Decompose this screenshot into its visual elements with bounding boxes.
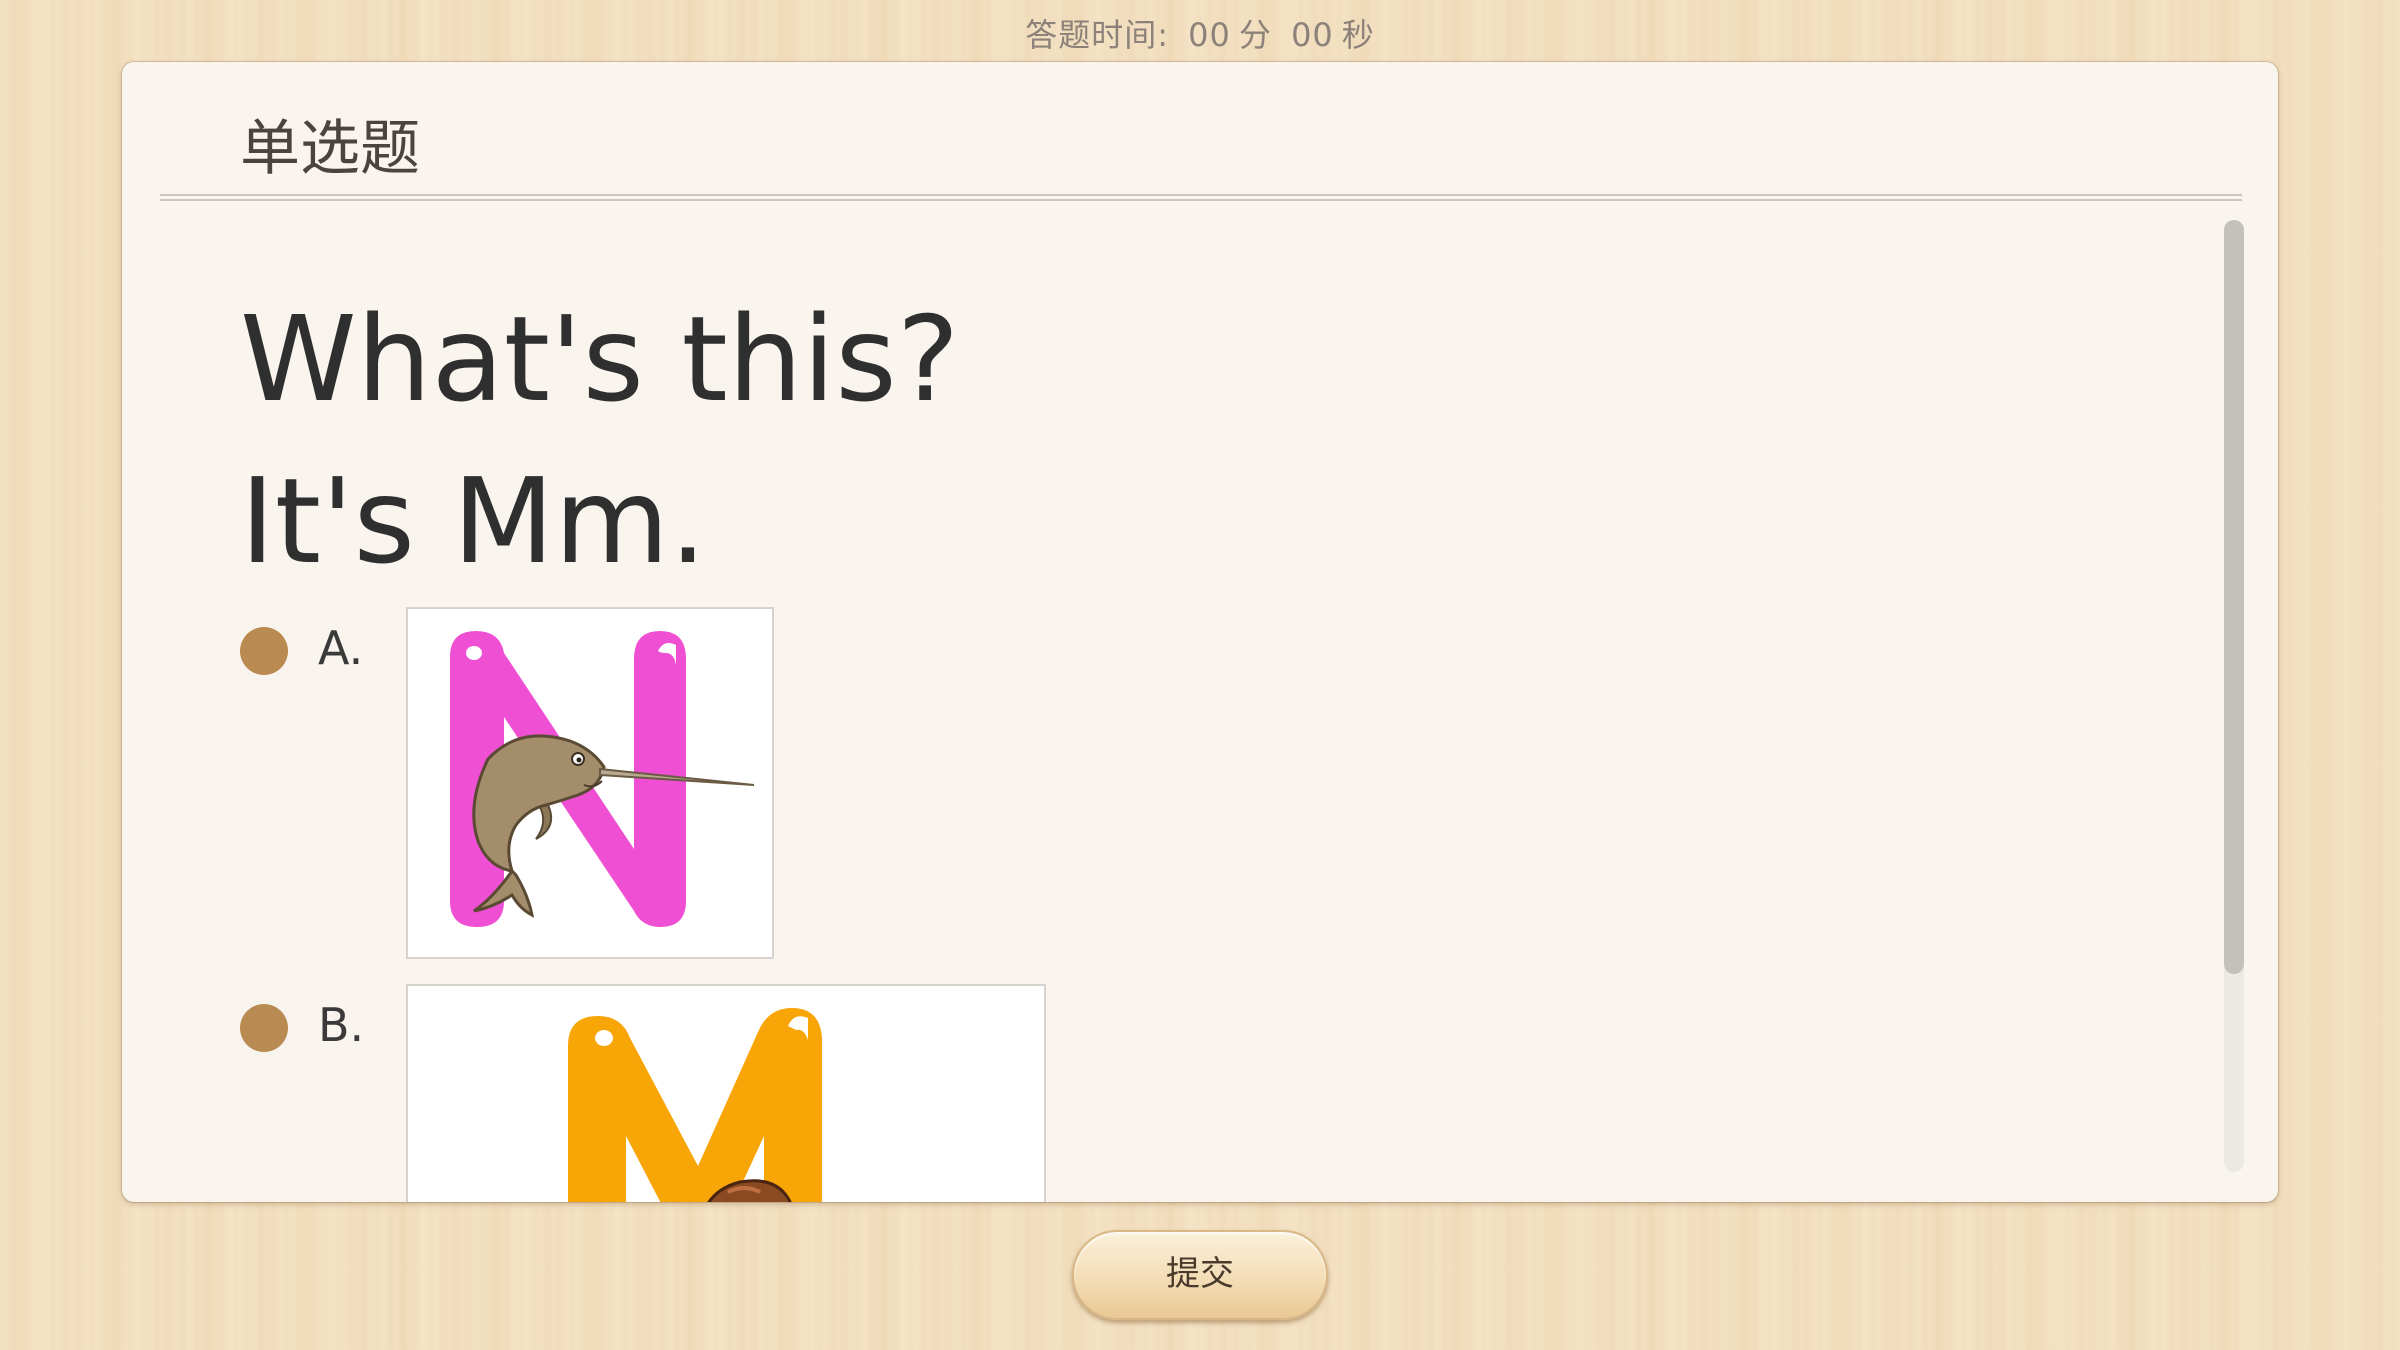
option-a-radio[interactable] [240,627,288,675]
answer-timer: 答题时间: 00 分 00 秒 [0,10,2400,56]
letter-n-narwhal-picture [408,609,772,957]
vertical-scrollbar[interactable] [2224,220,2244,1172]
letter-m-cartoon-picture [408,986,1044,1202]
question-type-title: 单选题 [240,114,420,184]
question-stem-line-1: What's this? [240,290,960,428]
option-b-radio[interactable] [240,1004,288,1052]
scrollbar-thumb[interactable] [2224,220,2244,974]
option-a-label: A. [318,621,364,675]
timer-label: 答题时间: [1025,16,1169,54]
question-content[interactable]: What's this? It's Mm. A. B. [122,212,2222,1202]
question-stem-line-2: It's Mm. [240,452,707,590]
timer-seconds-unit: 秒 [1341,16,1375,54]
timer-seconds: 00 [1291,16,1334,54]
question-card: 单选题 What's this? It's Mm. A. B. [122,62,2278,1202]
option-b-label: B. [318,998,365,1052]
timer-minutes-unit: 分 [1238,16,1272,54]
submit-button[interactable]: 提交 [1072,1230,1328,1320]
timer-minutes: 00 [1188,16,1231,54]
header-divider [160,194,2242,201]
option-b-image[interactable] [406,984,1046,1202]
card-header: 单选题 [122,62,2278,201]
option-a-image[interactable] [406,607,774,959]
